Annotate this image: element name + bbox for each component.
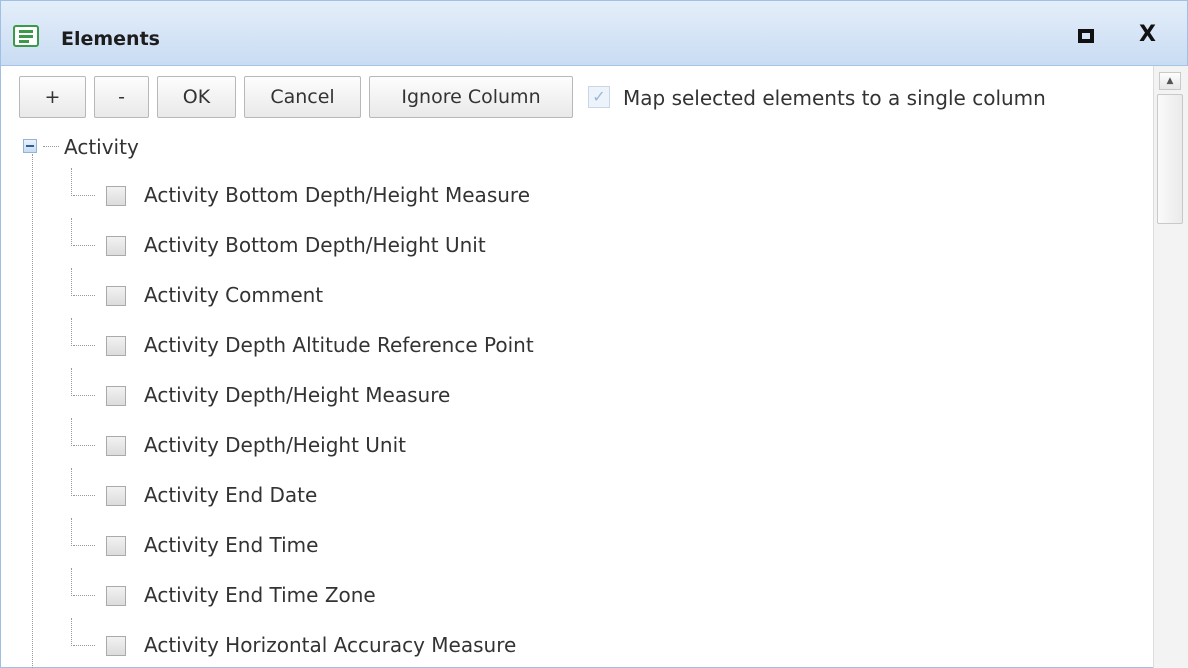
- cancel-button[interactable]: Cancel: [244, 76, 361, 118]
- arrow-up-icon[interactable]: ▲: [1159, 72, 1181, 90]
- tree-item[interactable]: Activity Depth/Height Measure: [71, 368, 1071, 418]
- tree-item-label: Activity End Time: [144, 533, 319, 557]
- tree-item-checkbox[interactable]: [106, 536, 126, 556]
- content-area: + - OK Cancel Ignore Column ✓ Map select…: [1, 66, 1153, 668]
- collapse-icon[interactable]: [23, 139, 37, 153]
- tree-item-label: Activity Depth/Height Measure: [144, 383, 451, 407]
- tree-item-checkbox[interactable]: [106, 486, 126, 506]
- tree-item-label: Activity Bottom Depth/Height Measure: [144, 183, 530, 207]
- tree-item[interactable]: Activity Bottom Depth/Height Unit: [71, 218, 1071, 268]
- ignore-column-button[interactable]: Ignore Column: [369, 76, 573, 118]
- tree-item[interactable]: Activity Comment: [71, 268, 1071, 318]
- tree-item-label: Activity Comment: [144, 283, 324, 307]
- window-title: Elements: [61, 28, 160, 50]
- tree-item[interactable]: Activity End Time Zone: [71, 568, 1071, 618]
- tree-item[interactable]: Activity Depth Altitude Reference Point: [71, 318, 1071, 368]
- tree-item-checkbox[interactable]: [106, 436, 126, 456]
- vertical-scrollbar[interactable]: ▲: [1153, 66, 1188, 668]
- tree-item[interactable]: Activity End Date: [71, 468, 1071, 518]
- tree-root-activity[interactable]: Activity: [64, 135, 139, 159]
- tree-item-checkbox[interactable]: [106, 636, 126, 656]
- map-single-column-label: Map selected elements to a single column: [623, 86, 1046, 110]
- add-button[interactable]: +: [19, 76, 86, 118]
- maximize-icon[interactable]: [1078, 29, 1094, 43]
- tree-item-checkbox[interactable]: [106, 586, 126, 606]
- remove-button[interactable]: -: [94, 76, 149, 118]
- tree-item-checkbox[interactable]: [106, 286, 126, 306]
- tree-item[interactable]: Activity Bottom Depth/Height Measure: [71, 168, 1071, 218]
- tree-item[interactable]: Activity Horizontal Accuracy Measure: [71, 618, 1071, 668]
- tree-item-label: Activity End Time Zone: [144, 583, 376, 607]
- elements-dialog: Elements X + - OK Cancel Ignore Column ✓…: [0, 0, 1188, 668]
- title-bar[interactable]: Elements X: [1, 1, 1187, 66]
- tree-item-label: Activity Bottom Depth/Height Unit: [144, 233, 486, 257]
- scroll-thumb[interactable]: [1157, 94, 1183, 224]
- list-window-icon: [13, 25, 39, 47]
- tree-item-label: Activity Depth Altitude Reference Point: [144, 333, 534, 357]
- close-icon[interactable]: X: [1139, 23, 1156, 47]
- tree-item-checkbox[interactable]: [106, 186, 126, 206]
- tree-item[interactable]: Activity End Time: [71, 518, 1071, 568]
- ok-button[interactable]: OK: [157, 76, 236, 118]
- tree-item-checkbox[interactable]: [106, 386, 126, 406]
- tree-item-checkbox[interactable]: [106, 336, 126, 356]
- tree-item[interactable]: Activity Depth/Height Unit: [71, 418, 1071, 468]
- map-single-column-checkbox[interactable]: ✓: [588, 86, 610, 108]
- tree-item-label: Activity End Date: [144, 483, 318, 507]
- tree-item-checkbox[interactable]: [106, 236, 126, 256]
- tree-item-label: Activity Horizontal Accuracy Measure: [144, 633, 517, 657]
- tree-item-label: Activity Depth/Height Unit: [144, 433, 406, 457]
